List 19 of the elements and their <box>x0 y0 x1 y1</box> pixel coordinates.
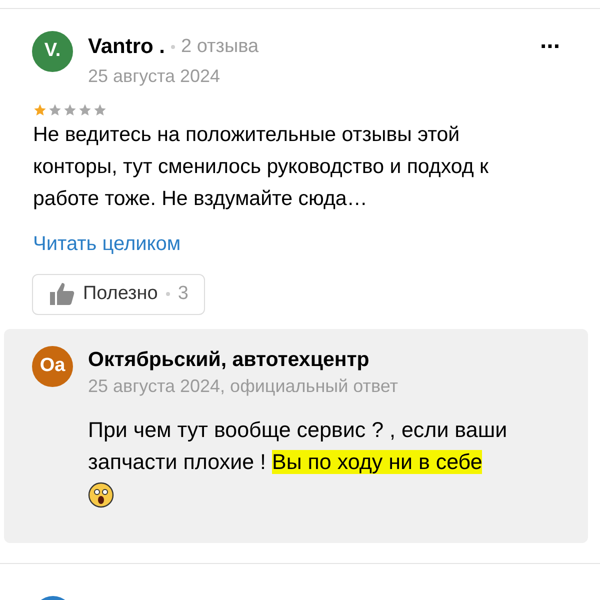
business-name: Октябрьский, автотехцентр <box>88 346 370 372</box>
avatar: Oa <box>32 346 73 386</box>
read-more-link[interactable]: Читать целиком <box>33 228 181 258</box>
reply-text: При чем тут вообще сервис ? , если ваши запчасти плохие ! Вы по ходу ни в себе <box>88 414 558 510</box>
astonished-emoji-icon <box>88 482 114 508</box>
star-icon <box>33 102 47 116</box>
star-icon <box>63 102 77 116</box>
review-count: 2 отзыва <box>181 34 259 58</box>
useful-button[interactable]: Полезно 3 <box>32 274 206 314</box>
star-icon <box>78 102 92 116</box>
more-button[interactable]: ... <box>540 29 560 53</box>
star-icon <box>48 102 62 116</box>
thumbs-up-icon <box>49 282 75 306</box>
review-date: 25 августа 2024 <box>88 64 222 88</box>
star-icon <box>93 102 107 116</box>
avatar: V. <box>32 31 73 72</box>
author-name[interactable]: Vantro . <box>88 31 166 62</box>
reply-date: 25 августа 2024, официальный ответ <box>88 374 399 398</box>
review-text: Не ведитесь на положительные отзывы этой конторы, тут сменилось руководство и подход к работе тоже. Не вздумайте сюда… <box>32 122 490 212</box>
